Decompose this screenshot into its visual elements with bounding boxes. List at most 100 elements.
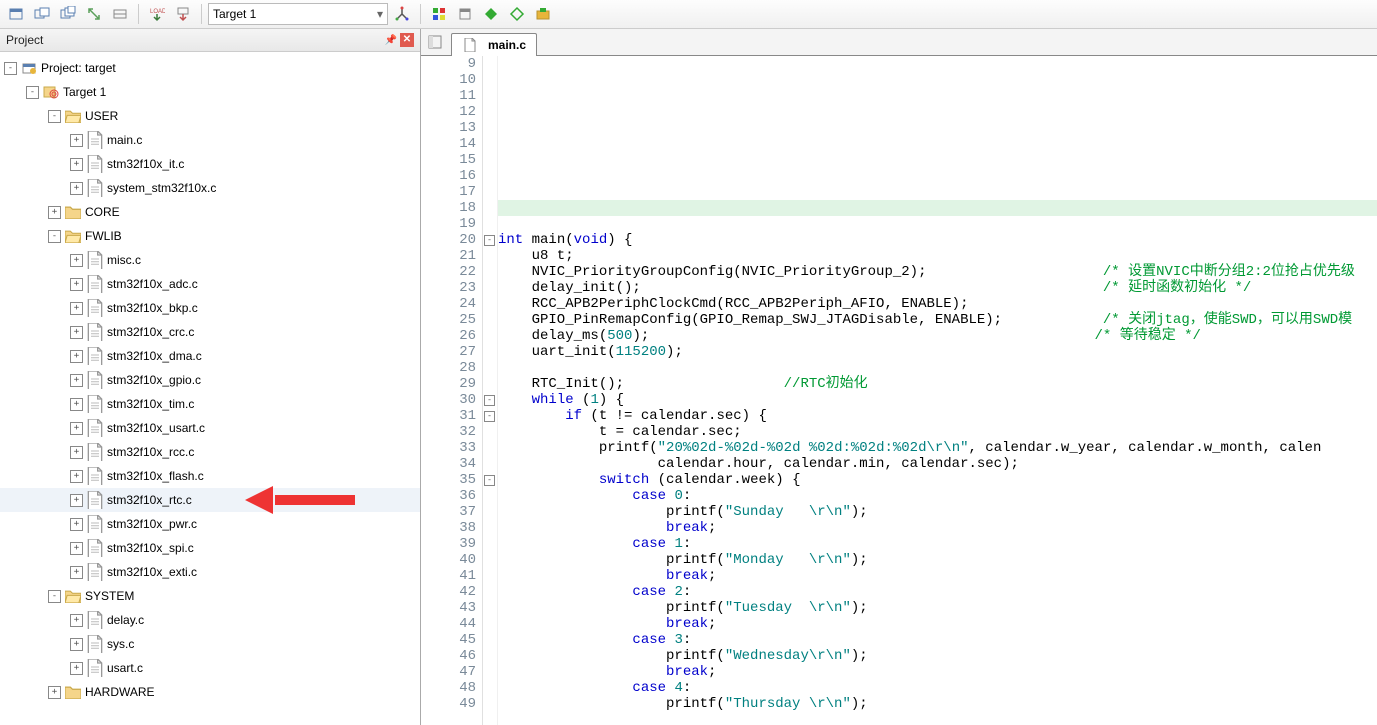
expand-toggle[interactable]: + [70,422,83,435]
code-line[interactable]: break; [498,664,1377,680]
code-line[interactable]: printf("Tuesday \r\n"); [498,600,1377,616]
close-panel-button[interactable]: ✕ [400,33,414,47]
expand-toggle[interactable]: + [70,470,83,483]
expand-toggle[interactable]: + [70,518,83,531]
tree-item[interactable]: +stm32f10x_exti.c [0,560,420,584]
tree-item[interactable]: +stm32f10x_adc.c [0,272,420,296]
code-line[interactable]: delay_ms(500); /* 等待稳定 */ [498,328,1377,344]
expand-toggle[interactable]: + [70,158,83,171]
expand-toggle[interactable]: + [70,182,83,195]
expand-toggle[interactable]: + [70,254,83,267]
expand-toggle[interactable]: + [70,326,83,339]
fold-toggle[interactable]: - [484,475,495,486]
code-line[interactable]: printf("Thursday \r\n"); [498,696,1377,712]
toolbar-btn-3[interactable] [56,2,80,26]
fold-column[interactable]: - - - - [483,56,498,725]
load-button[interactable]: LOAD [145,2,169,26]
tree-item[interactable]: -Target 1 [0,80,420,104]
fold-toggle[interactable]: - [484,411,495,422]
code-line[interactable]: if (t != calendar.sec) { [498,408,1377,424]
code-line[interactable]: GPIO_PinRemapConfig(GPIO_Remap_SWJ_JTAGD… [498,312,1377,328]
code-line[interactable] [498,120,1377,136]
code-line[interactable] [498,72,1377,88]
code-line[interactable]: case 0: [498,488,1377,504]
expand-toggle[interactable]: + [70,662,83,675]
code-line[interactable]: while (1) { [498,392,1377,408]
tree-item[interactable]: +stm32f10x_bkp.c [0,296,420,320]
tree-item[interactable]: -Project: target [0,56,420,80]
code-line[interactable]: switch (calendar.week) { [498,472,1377,488]
expand-toggle[interactable]: + [70,134,83,147]
code-line[interactable]: NVIC_PriorityGroupConfig(NVIC_PriorityGr… [498,264,1377,280]
code-line[interactable]: printf("Monday \r\n"); [498,552,1377,568]
expand-toggle[interactable]: + [70,566,83,579]
code-content[interactable]: int main(void) { u8 t; NVIC_PriorityGrou… [498,56,1377,725]
pin-icon[interactable]: 📌 [384,33,398,47]
expand-toggle[interactable]: - [48,230,61,243]
expand-toggle[interactable]: + [48,686,61,699]
code-line[interactable]: RCC_APB2PeriphClockCmd(RCC_APB2Periph_AF… [498,296,1377,312]
code-line[interactable]: case 1: [498,536,1377,552]
tree-item[interactable]: +main.c [0,128,420,152]
toolbar-btn-10[interactable] [479,2,503,26]
target-selector[interactable]: Target 1 ▾ [208,3,388,25]
code-line[interactable]: break; [498,520,1377,536]
tree-item[interactable]: +stm32f10x_gpio.c [0,368,420,392]
expand-toggle[interactable]: + [70,638,83,651]
tree-item[interactable]: +misc.c [0,248,420,272]
code-line[interactable]: printf("Sunday \r\n"); [498,504,1377,520]
code-line[interactable]: case 2: [498,584,1377,600]
tree-item[interactable]: -FWLIB [0,224,420,248]
expand-toggle[interactable]: - [4,62,17,75]
code-line[interactable]: break; [498,616,1377,632]
fold-toggle[interactable]: - [484,235,495,246]
code-line[interactable]: RTC_Init(); //RTC初始化 [498,376,1377,392]
code-line[interactable] [498,200,1377,216]
tree-item[interactable]: +stm32f10x_tim.c [0,392,420,416]
expand-toggle[interactable]: + [70,614,83,627]
code-line[interactable]: printf("Wednesday\r\n"); [498,648,1377,664]
code-line[interactable] [498,168,1377,184]
tree-item[interactable]: +stm32f10x_dma.c [0,344,420,368]
fold-toggle[interactable]: - [484,395,495,406]
tree-item[interactable]: +usart.c [0,656,420,680]
expand-toggle[interactable]: + [70,446,83,459]
code-editor[interactable]: 9101112131415161718192021222324252627282… [421,56,1377,725]
expand-toggle[interactable]: - [48,590,61,603]
tree-item[interactable]: +delay.c [0,608,420,632]
tree-item[interactable]: +sys.c [0,632,420,656]
code-line[interactable] [498,184,1377,200]
tree-item[interactable]: +stm32f10x_pwr.c [0,512,420,536]
expand-toggle[interactable]: + [48,206,61,219]
file-tab-main[interactable]: main.c [451,33,537,56]
code-line[interactable] [498,104,1377,120]
code-line[interactable]: break; [498,568,1377,584]
code-line[interactable] [498,136,1377,152]
manage-button[interactable] [427,2,451,26]
expand-toggle[interactable]: - [26,86,39,99]
tree-item[interactable]: -USER [0,104,420,128]
code-line[interactable]: uart_init(115200); [498,344,1377,360]
tree-item[interactable]: +stm32f10x_rcc.c [0,440,420,464]
toolbar-btn-12[interactable] [531,2,555,26]
toolbar-btn-1[interactable] [4,2,28,26]
code-line[interactable] [498,56,1377,72]
tree-item[interactable]: +stm32f10x_usart.c [0,416,420,440]
tree-item[interactable]: +stm32f10x_it.c [0,152,420,176]
tabbar-nav-icon[interactable] [425,33,445,51]
tree-item[interactable]: +HARDWARE [0,680,420,704]
code-line[interactable]: printf("20%02d-%02d-%02d %02d:%02d:%02d\… [498,440,1377,456]
expand-toggle[interactable]: - [48,110,61,123]
tree-item[interactable]: +stm32f10x_crc.c [0,320,420,344]
expand-toggle[interactable]: + [70,350,83,363]
code-line[interactable]: u8 t; [498,248,1377,264]
toolbar-btn-9[interactable] [453,2,477,26]
tree-item[interactable]: -SYSTEM [0,584,420,608]
tree-item[interactable]: +system_stm32f10x.c [0,176,420,200]
expand-toggle[interactable]: + [70,278,83,291]
expand-toggle[interactable]: + [70,494,83,507]
expand-toggle[interactable]: + [70,302,83,315]
code-line[interactable] [498,216,1377,232]
tree-item[interactable]: +stm32f10x_flash.c [0,464,420,488]
code-line[interactable]: calendar.hour, calendar.min, calendar.se… [498,456,1377,472]
